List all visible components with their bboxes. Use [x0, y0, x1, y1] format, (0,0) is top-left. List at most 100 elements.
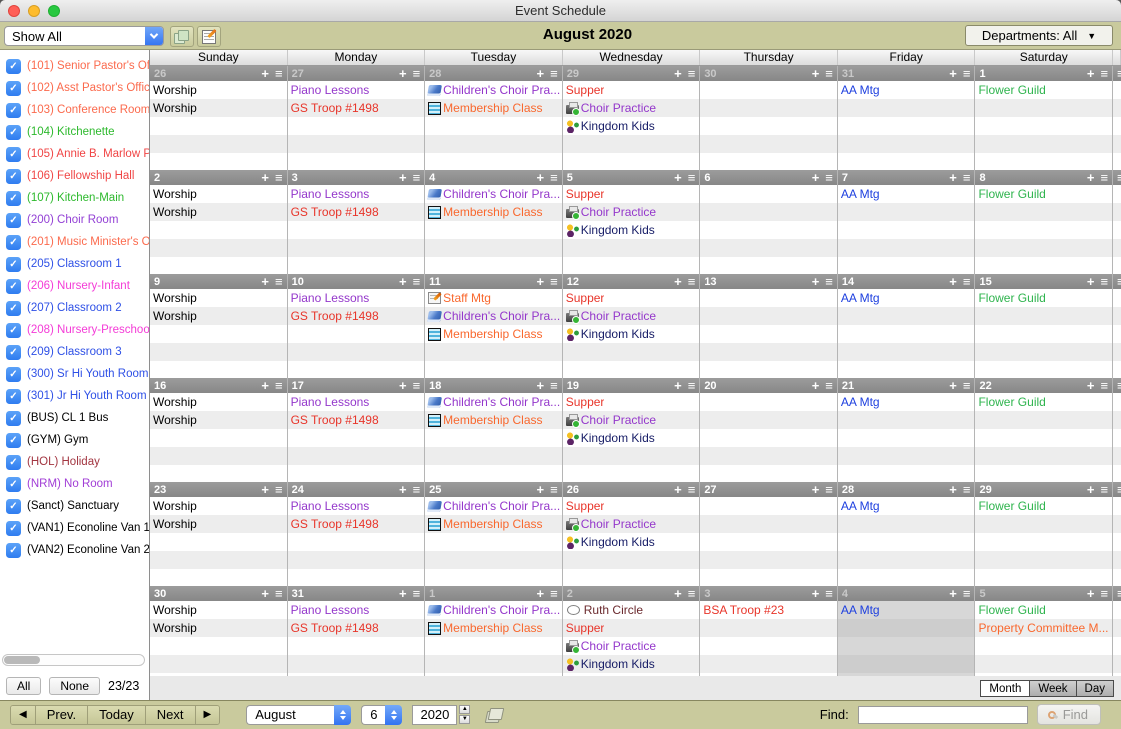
- day-cell-4[interactable]: 4+≡Children's Choir Pra...Membership Cla…: [425, 170, 563, 274]
- day-cell-26[interactable]: 26+≡WorshipWorship: [150, 66, 288, 170]
- day-cell-4[interactable]: 4+≡AA Mtg: [838, 586, 976, 676]
- event-item[interactable]: Membership Class: [425, 203, 562, 221]
- day-menu-icon[interactable]: ≡: [963, 483, 971, 496]
- event-item[interactable]: AA Mtg: [838, 497, 975, 515]
- day-menu-icon[interactable]: ≡: [1100, 171, 1108, 184]
- event-item[interactable]: Children's Choir Pra...: [425, 393, 562, 411]
- event-item[interactable]: Piano Lessons: [288, 289, 425, 307]
- add-event-icon[interactable]: +: [399, 67, 407, 80]
- event-item[interactable]: GS Troop #1498: [288, 515, 425, 533]
- day-menu-icon[interactable]: ≡: [413, 587, 421, 600]
- day-cell-31[interactable]: 31+≡Piano LessonsGS Troop #1498: [288, 586, 426, 676]
- day-cell-10[interactable]: 10+≡Piano LessonsGS Troop #1498: [288, 274, 426, 378]
- day-menu-icon[interactable]: ≡: [275, 67, 283, 80]
- room-list-item[interactable]: ✓(101) Senior Pastor's Office: [0, 55, 149, 77]
- event-item[interactable]: Worship: [150, 411, 287, 429]
- event-item[interactable]: Kingdom Kids: [563, 429, 700, 447]
- event-item[interactable]: Kingdom Kids: [563, 533, 700, 551]
- room-list-item[interactable]: ✓(106) Fellowship Hall: [0, 165, 149, 187]
- select-all-button[interactable]: All: [6, 677, 41, 695]
- event-item[interactable]: Worship: [150, 601, 287, 619]
- day-cell-31[interactable]: 31+≡AA Mtg: [838, 66, 976, 170]
- event-item[interactable]: Worship: [150, 393, 287, 411]
- view-button-day[interactable]: Day: [1076, 680, 1114, 697]
- room-list-item[interactable]: ✓(201) Music Minister's Off: [0, 231, 149, 253]
- day-cell-28[interactable]: 28+≡AA Mtg: [838, 482, 976, 586]
- event-item[interactable]: Membership Class: [425, 619, 562, 637]
- event-item[interactable]: Kingdom Kids: [563, 117, 700, 135]
- event-item[interactable]: Kingdom Kids: [563, 221, 700, 239]
- day-cell-24[interactable]: 24+≡Piano LessonsGS Troop #1498: [288, 482, 426, 586]
- room-checkbox[interactable]: ✓: [6, 477, 21, 492]
- day-cell-29[interactable]: 29+≡SupperChoir PracticeKingdom Kids: [563, 66, 701, 170]
- add-event-icon[interactable]: +: [399, 587, 407, 600]
- day-menu-icon[interactable]: ≡: [550, 379, 558, 392]
- view-button-month[interactable]: Month: [980, 680, 1030, 697]
- day-cell-6[interactable]: 6+≡: [700, 170, 838, 274]
- event-item[interactable]: Worship: [150, 619, 287, 637]
- day-menu-icon[interactable]: ≡: [963, 275, 971, 288]
- event-item[interactable]: Choir Practice: [563, 307, 700, 325]
- day-cell-27[interactable]: 27+≡: [700, 482, 838, 586]
- add-event-icon[interactable]: +: [812, 483, 820, 496]
- room-list-item[interactable]: ✓(105) Annie B. Marlow Par: [0, 143, 149, 165]
- day-cell-2[interactable]: 2+≡WorshipWorship: [150, 170, 288, 274]
- event-item[interactable]: Supper: [563, 619, 700, 637]
- event-item[interactable]: AA Mtg: [838, 289, 975, 307]
- room-checkbox[interactable]: ✓: [6, 103, 21, 118]
- day-menu-icon[interactable]: ≡: [1100, 483, 1108, 496]
- event-item[interactable]: Worship: [150, 203, 287, 221]
- add-event-icon[interactable]: +: [261, 275, 269, 288]
- room-checkbox[interactable]: ✓: [6, 191, 21, 206]
- day-menu-icon[interactable]: ≡: [413, 483, 421, 496]
- room-checkbox[interactable]: ✓: [6, 235, 21, 250]
- event-item[interactable]: AA Mtg: [838, 601, 975, 619]
- room-checkbox[interactable]: ✓: [6, 125, 21, 140]
- event-item[interactable]: Children's Choir Pra...: [425, 307, 562, 325]
- room-list-item[interactable]: ✓(VAN2) Econoline Van 2: [0, 539, 149, 561]
- day-menu-icon[interactable]: ≡: [688, 483, 696, 496]
- goto-date-icon[interactable]: [486, 708, 503, 722]
- day-cell-29[interactable]: 29+≡Flower Guild: [975, 482, 1113, 586]
- room-checkbox[interactable]: ✓: [6, 433, 21, 448]
- add-event-icon[interactable]: +: [949, 587, 957, 600]
- add-event-icon[interactable]: +: [812, 275, 820, 288]
- event-item[interactable]: AA Mtg: [838, 185, 975, 203]
- month-stepper-icon[interactable]: [334, 705, 351, 725]
- view-button-week[interactable]: Week: [1029, 680, 1076, 697]
- day-cell-11[interactable]: 11+≡Staff MtgChildren's Choir Pra...Memb…: [425, 274, 563, 378]
- day-menu-icon[interactable]: ≡: [413, 67, 421, 80]
- add-event-icon[interactable]: +: [537, 67, 545, 80]
- day-cell-3[interactable]: 3+≡BSA Troop #23: [700, 586, 838, 676]
- room-checkbox[interactable]: ✓: [6, 301, 21, 316]
- day-menu-icon[interactable]: ≡: [825, 483, 833, 496]
- room-checkbox[interactable]: ✓: [6, 521, 21, 536]
- add-event-icon[interactable]: +: [399, 171, 407, 184]
- add-event-icon[interactable]: +: [1087, 67, 1095, 80]
- day-menu-icon[interactable]: ≡: [550, 67, 558, 80]
- event-item[interactable]: Kingdom Kids: [563, 655, 700, 673]
- day-menu-icon[interactable]: ≡: [413, 275, 421, 288]
- edit-event-button[interactable]: [197, 26, 221, 47]
- event-item[interactable]: Worship: [150, 497, 287, 515]
- day-cell-1[interactable]: 1+≡Children's Choir Pra...Membership Cla…: [425, 586, 563, 676]
- day-cell-23[interactable]: 23+≡WorshipWorship: [150, 482, 288, 586]
- day-menu-icon[interactable]: ≡: [550, 171, 558, 184]
- event-item[interactable]: Choir Practice: [563, 411, 700, 429]
- event-item[interactable]: Flower Guild: [975, 185, 1112, 203]
- room-checkbox[interactable]: ✓: [6, 279, 21, 294]
- scrollbar-thumb[interactable]: [4, 656, 40, 664]
- day-cell-14[interactable]: 14+≡AA Mtg: [838, 274, 976, 378]
- room-list-item[interactable]: ✓(GYM) Gym: [0, 429, 149, 451]
- event-item[interactable]: GS Troop #1498: [288, 203, 425, 221]
- day-cell-30[interactable]: 30+≡: [700, 66, 838, 170]
- day-menu-icon[interactable]: ≡: [963, 171, 971, 184]
- event-item[interactable]: Worship: [150, 307, 287, 325]
- room-list-item[interactable]: ✓(103) Conference Room: [0, 99, 149, 121]
- event-item[interactable]: Children's Choir Pra...: [425, 185, 562, 203]
- add-event-icon[interactable]: +: [949, 171, 957, 184]
- day-menu-icon[interactable]: ≡: [963, 67, 971, 80]
- add-event-icon[interactable]: +: [674, 171, 682, 184]
- add-event-icon[interactable]: +: [674, 587, 682, 600]
- event-item[interactable]: Worship: [150, 185, 287, 203]
